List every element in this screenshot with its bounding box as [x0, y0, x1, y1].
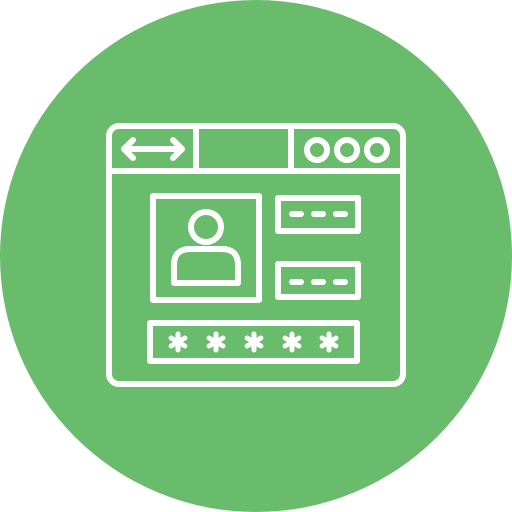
user-login-browser-window-icon	[0, 0, 512, 512]
asterisk-icon	[168, 331, 188, 353]
asterisk-icon	[319, 331, 339, 353]
asterisk-icon	[206, 331, 226, 353]
icon-canvas	[0, 0, 512, 512]
asterisk-icon	[244, 331, 264, 353]
asterisk-icon	[282, 331, 302, 353]
